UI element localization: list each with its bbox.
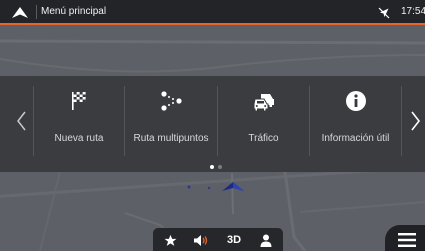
favorites-button[interactable]: [159, 231, 181, 249]
chevron-right-icon[interactable]: [407, 109, 423, 133]
menu-item-trafico[interactable]: Tráfico: [218, 76, 309, 162]
hamburger-menu-icon: [398, 233, 416, 247]
menu-item-nueva-ruta[interactable]: Nueva ruta: [34, 76, 124, 162]
navigation-arrow-icon[interactable]: [12, 7, 28, 18]
checkered-flag-icon: [72, 92, 86, 110]
menu-item-label: Tráfico: [248, 133, 279, 144]
volume-icon: [194, 234, 208, 246]
favorite-star-icon: [164, 234, 176, 246]
map-poi-dot: [187, 185, 191, 189]
traffic-car-icon: [253, 94, 274, 112]
view-mode-button[interactable]: 3D: [221, 231, 247, 249]
page-indicator: [210, 165, 230, 171]
menu-item-informacion-util[interactable]: Información útil: [310, 76, 401, 162]
menu-divider: [401, 86, 402, 156]
page-dot[interactable]: [218, 165, 222, 169]
page-title: Menú principal: [41, 6, 107, 17]
profile-button[interactable]: [255, 231, 277, 249]
menu-item-ruta-multipuntos[interactable]: Ruta multipuntos: [125, 76, 217, 162]
multipoint-route-icon: [161, 91, 182, 111]
main-menu-button[interactable]: [385, 225, 425, 251]
menu-item-label: Información útil: [321, 133, 390, 144]
main-menu-panel: Nueva ruta Ruta multipuntos Tráfico Info…: [0, 76, 425, 172]
map-toolbar: 3D: [153, 228, 283, 251]
gps-off-icon: [378, 7, 390, 19]
volume-button[interactable]: [189, 231, 213, 249]
user-icon: [260, 234, 272, 247]
page-dot-active: [210, 165, 214, 169]
menu-item-label: Ruta multipuntos: [133, 133, 209, 144]
info-icon: [345, 91, 366, 111]
status-bar: Menú principal 17:54: [0, 0, 425, 25]
status-divider: [36, 5, 37, 19]
map-poi-dot: [207, 186, 211, 190]
clock: 17:54: [401, 6, 425, 17]
chevron-left-icon[interactable]: [14, 109, 30, 133]
menu-item-label: Nueva ruta: [54, 133, 104, 144]
